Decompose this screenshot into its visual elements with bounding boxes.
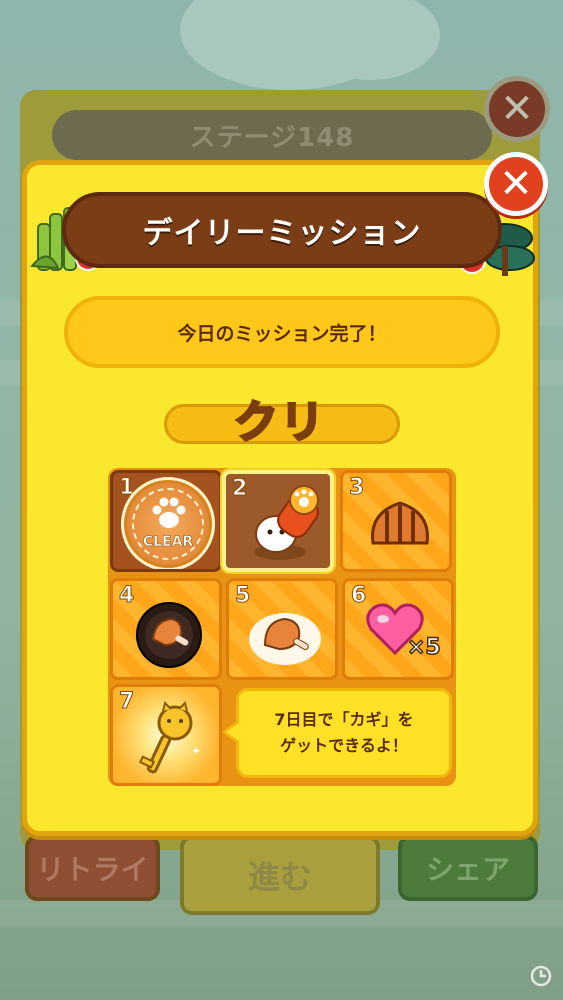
day-number: 3 [348,475,365,501]
day-cell-7[interactable]: 7 ✦ [110,684,222,786]
hammer-character-icon [254,485,319,560]
retry-button: リトライ [25,835,160,901]
day-cell-4[interactable]: 4 [110,578,222,680]
day-cell-1[interactable]: 1 CLEAR [110,470,222,572]
day-cell-5[interactable]: 5 [226,578,338,680]
key-hint-bubble: 7日目で「カギ」を ゲットできるよ！ [236,688,452,778]
meat-icon [249,613,321,665]
share-button: シェア [398,835,538,901]
hint-line-2: ゲットできるよ！ [280,736,408,755]
speech-tail-inner [226,723,239,741]
day-cell-6[interactable]: 6 ×5 [342,578,454,680]
day-cell-3[interactable]: 3 [340,470,452,572]
background-close-button: ✕ [484,76,550,142]
mission-status-banner: 今日のミッション完了！ [64,296,500,368]
meat-icon [371,501,429,545]
heart-count: ×5 [406,634,441,661]
close-button[interactable]: ✕ [484,152,548,216]
hint-line-1: 7日目で「カギ」を [274,710,414,729]
paw-icon [152,497,186,528]
key-icon: ✦ [138,701,201,774]
popup-title: デイリーミッション [62,192,502,268]
site-watermark-icon [530,965,552,987]
stage-title: ステージ148 [52,110,492,160]
day-number: 7 [118,689,135,715]
clear-stamp-icon: CLEAR [121,477,215,569]
svg-text:✦: ✦ [191,744,201,758]
meat-plate-icon [136,602,202,668]
clear-stamp-label: CLEAR [142,534,194,551]
clear-label: クリア! [233,396,326,520]
next-button: 進む [180,835,380,915]
day-cell-2[interactable]: 2 [222,470,334,572]
